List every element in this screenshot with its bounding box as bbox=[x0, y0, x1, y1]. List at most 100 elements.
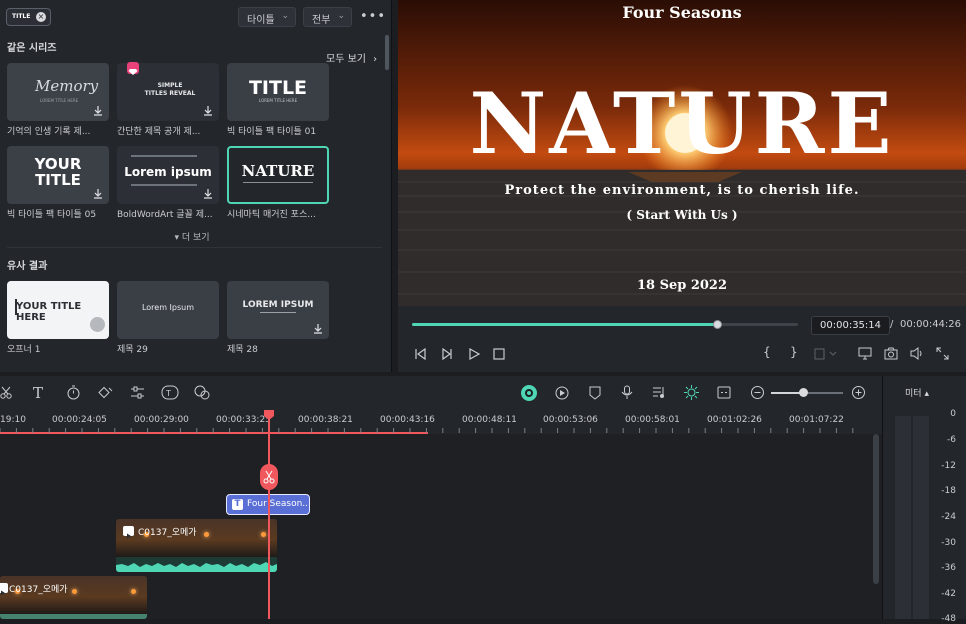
audio-waveform bbox=[0, 614, 147, 619]
tracks-scrollbar[interactable] bbox=[873, 434, 879, 584]
subtitle-icon[interactable] bbox=[717, 386, 731, 399]
ai-smart-icon[interactable] bbox=[521, 385, 537, 401]
preview-main-title: NATURE bbox=[469, 74, 895, 173]
scissors-icon bbox=[263, 470, 275, 484]
video-preview[interactable]: Four Seasons NATURE Protect the environm… bbox=[398, 0, 966, 306]
progress-handle[interactable] bbox=[712, 320, 722, 329]
audio-track-icon[interactable] bbox=[652, 385, 666, 400]
download-icon[interactable] bbox=[93, 105, 103, 116]
text-speech-icon[interactable]: T bbox=[161, 385, 179, 400]
ruler-label: 00:00:53:06 bbox=[543, 415, 598, 425]
text-tool-icon[interactable]: T bbox=[33, 384, 43, 402]
meter-scale-label: -36 bbox=[941, 563, 956, 573]
timeline-toolbar: T T bbox=[0, 376, 882, 410]
fullscreen-icon[interactable] bbox=[936, 347, 949, 360]
download-icon[interactable] bbox=[203, 105, 213, 116]
series-item-thumb-5[interactable]: Lorem ipsum bbox=[117, 146, 219, 204]
ruler-label: 00:00:29:00 bbox=[134, 415, 189, 425]
camera-snapshot-icon[interactable] bbox=[884, 347, 898, 360]
timer-icon[interactable] bbox=[66, 385, 81, 400]
meter-label: 미터 bbox=[905, 389, 922, 399]
zoom-slider-handle[interactable] bbox=[799, 388, 809, 397]
clip-sun-dot bbox=[131, 589, 136, 594]
series-item-caption-5: BoldWordArt 글꼴 제... bbox=[117, 210, 213, 220]
preview-date: 18 Sep 2022 bbox=[636, 278, 728, 293]
play-icon[interactable] bbox=[468, 348, 480, 360]
ruler-label: 19:10 bbox=[0, 415, 26, 425]
thumb-text: Memory bbox=[35, 77, 99, 95]
mark-out-icon[interactable]: } bbox=[790, 345, 798, 359]
split-button[interactable] bbox=[260, 464, 278, 490]
meter-scale-label: -30 bbox=[941, 538, 956, 548]
see-all-label: 모두 보기 bbox=[326, 54, 366, 65]
meter-dropdown[interactable]: 미터 ▴ bbox=[905, 386, 929, 399]
ruler-ticks bbox=[0, 428, 854, 434]
meter-scale-label: -18 bbox=[941, 486, 956, 496]
series-item-thumb-6-selected[interactable]: NATURE bbox=[227, 146, 329, 204]
meter-bar-left bbox=[895, 416, 911, 619]
video-clip-1[interactable]: C0137_오메가 bbox=[116, 519, 277, 572]
close-icon[interactable]: × bbox=[36, 12, 46, 22]
similar-item-thumb-2[interactable]: Lorem Ipsum bbox=[117, 281, 219, 339]
volume-icon[interactable] bbox=[910, 347, 924, 360]
meter-scale-label: -12 bbox=[941, 461, 956, 471]
clip-marker-icon[interactable] bbox=[814, 348, 838, 360]
adjust-sliders-icon[interactable] bbox=[130, 385, 145, 400]
chevron-down-icon: ⌄ bbox=[281, 11, 289, 21]
ruler-label: 00:00:38:21 bbox=[298, 415, 353, 425]
render-preview-icon[interactable] bbox=[555, 386, 569, 400]
preview-tagline: Protect the environment, is to cherish l… bbox=[504, 183, 860, 198]
audio-stretch-icon[interactable] bbox=[194, 385, 211, 400]
keyframe-icon[interactable] bbox=[97, 385, 113, 400]
similar-item-caption-2: 제목 29 bbox=[117, 345, 148, 355]
similar-item-caption-3: 제목 28 bbox=[227, 345, 258, 355]
meter-scale-label: 0 bbox=[950, 409, 956, 419]
series-item-thumb-4[interactable]: YOUR TITLE bbox=[7, 146, 109, 204]
video-clip-2[interactable]: C0137_오메가 bbox=[0, 576, 147, 619]
microphone-icon[interactable] bbox=[621, 385, 633, 400]
titles-dropdown[interactable]: 타이틀 ⌄ bbox=[238, 7, 296, 27]
thumb-text: YOUR TITLE bbox=[34, 155, 82, 189]
see-all-link[interactable]: 모두 보기 › bbox=[326, 50, 377, 65]
zoom-out-icon[interactable] bbox=[750, 385, 765, 400]
mark-in-icon[interactable]: { bbox=[763, 345, 771, 359]
next-frame-icon[interactable] bbox=[441, 348, 453, 360]
stop-icon[interactable] bbox=[493, 348, 505, 360]
thumb-bar bbox=[15, 299, 17, 315]
more-options-button[interactable]: ••• bbox=[360, 9, 386, 24]
filter-tag-label: TITLE bbox=[12, 13, 31, 20]
thumb-line bbox=[243, 182, 313, 183]
premium-gem-icon bbox=[127, 62, 139, 75]
auto-highlight-icon[interactable] bbox=[684, 385, 699, 400]
timeline-tracks[interactable]: T Four Season... C0137_오메가 C0137_오메가 bbox=[0, 434, 882, 619]
download-icon[interactable] bbox=[313, 323, 323, 334]
download-icon[interactable] bbox=[203, 188, 213, 199]
similar-item-thumb-1[interactable]: YOUR TITLE HERE bbox=[7, 281, 109, 339]
shield-marker-icon[interactable] bbox=[589, 386, 601, 400]
thumb-badge bbox=[90, 317, 105, 332]
ruler-label: 00:00:58:01 bbox=[625, 415, 680, 425]
previous-frame-icon[interactable] bbox=[414, 348, 426, 360]
timeline-ruler[interactable]: 19:10 00:00:24:05 00:00:29:00 00:00:33:2… bbox=[0, 410, 882, 434]
similar-item-thumb-3[interactable]: LOREM IPSUM bbox=[227, 281, 329, 339]
all-dropdown[interactable]: 전부 ⌄ bbox=[303, 7, 352, 27]
series-item-caption-3: 빅 타이틀 팩 타이틀 01 bbox=[227, 127, 317, 137]
show-more-button[interactable]: ▾ 더 보기 bbox=[0, 230, 384, 243]
scissors-icon[interactable] bbox=[0, 386, 14, 400]
download-icon[interactable] bbox=[93, 188, 103, 199]
chevron-down-icon: ⌄ bbox=[337, 11, 345, 21]
zoom-in-icon[interactable] bbox=[851, 385, 866, 400]
series-item-thumb-1[interactable]: Memory LOREM TITLE HERE bbox=[7, 63, 109, 121]
thumb-text: LOREM IPSUM bbox=[242, 300, 314, 310]
browser-scrollbar[interactable] bbox=[385, 35, 389, 70]
thumb-text: Lorem Ipsum bbox=[141, 303, 195, 312]
series-item-thumb-3[interactable]: TITLE LOREM TITLE HERE bbox=[227, 63, 329, 121]
audio-meter-panel: 미터 ▴ 0 -6 -12 -18 -24 -30 -36 -42 -48 bbox=[882, 376, 966, 624]
meter-scale-label: -24 bbox=[941, 512, 956, 522]
clip-sun-dot bbox=[72, 589, 77, 594]
series-item-caption-1: 기억의 인생 기록 제... bbox=[7, 127, 91, 137]
display-monitor-icon[interactable] bbox=[858, 347, 872, 360]
filter-tag-title[interactable]: TITLE × bbox=[6, 8, 51, 26]
series-item-caption-4: 빅 타이틀 팩 타이틀 05 bbox=[7, 210, 97, 220]
preview-sub-tagline: ( Start With Us ) bbox=[626, 208, 738, 222]
